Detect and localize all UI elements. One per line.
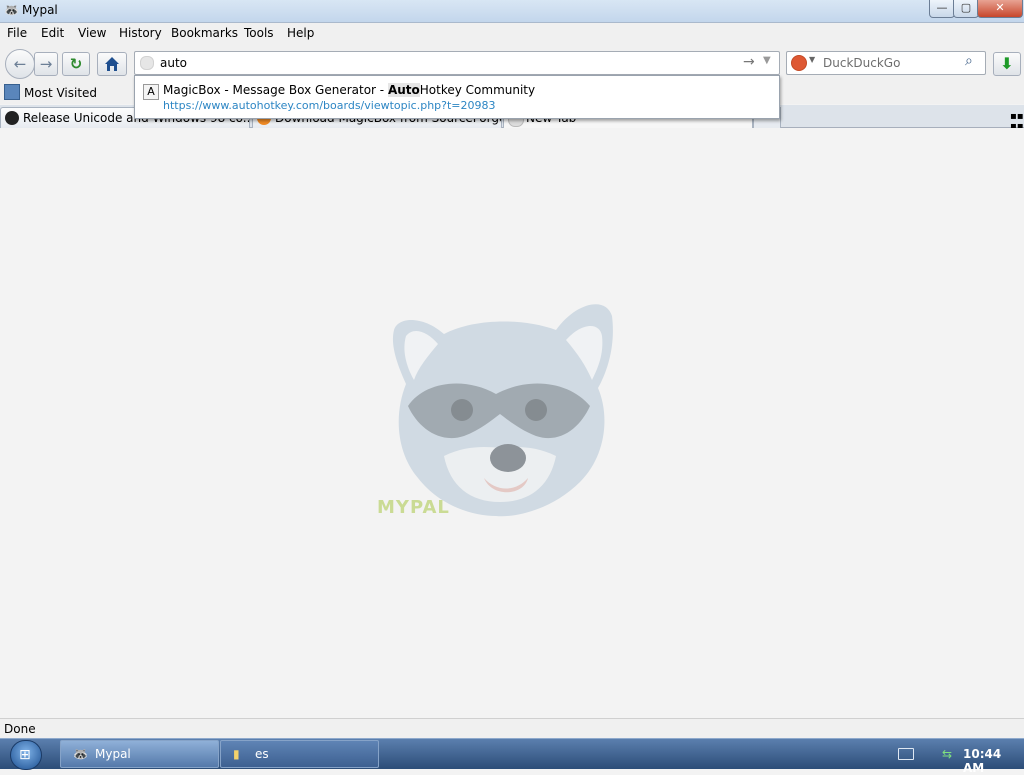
taskbar-item-mypal[interactable]: 🦝 Mypal [60, 740, 219, 768]
list-all-tabs-icon[interactable]: ▪▪ ▪▪ [1010, 112, 1024, 132]
minimize-button[interactable]: — [929, 0, 955, 18]
autocomplete-popup[interactable]: A MagicBox - Message Box Generator - Aut… [134, 75, 780, 119]
menu-help[interactable]: Help [287, 26, 314, 40]
menu-bookmarks[interactable]: Bookmarks [171, 26, 238, 40]
back-button[interactable]: ← [5, 49, 35, 79]
window-title: Mypal [22, 3, 58, 17]
raccoon-app-icon: 🦝 [4, 3, 19, 17]
mypal-wordmark: MYPAL [377, 497, 450, 518]
reload-button[interactable]: ↻ [62, 52, 90, 76]
autocomplete-title[interactable]: MagicBox - Message Box Generator - AutoH… [163, 83, 535, 97]
home-icon [105, 57, 119, 71]
menu-bar: File Edit View History Bookmarks Tools H… [0, 23, 1024, 44]
forward-arrow-icon: → [39, 55, 53, 73]
raccoon-app-icon: 🦝 [73, 747, 88, 761]
menu-file[interactable]: File [7, 26, 27, 40]
reload-icon: ↻ [69, 55, 83, 73]
home-button[interactable] [97, 52, 127, 76]
raccoon-logo [392, 304, 613, 517]
keyboard-icon[interactable] [898, 748, 914, 760]
start-button[interactable]: ⊞ [10, 740, 42, 770]
menu-tools[interactable]: Tools [244, 26, 274, 40]
forward-button[interactable]: → [34, 52, 58, 76]
page-content: MYPAL [0, 128, 1024, 717]
folder-icon: ▮ [233, 747, 240, 761]
title-bar: 🦝 Mypal — ▢ ✕ [0, 0, 1024, 23]
network-icon[interactable]: ⇆ [942, 747, 956, 761]
menu-history[interactable]: History [119, 26, 162, 40]
system-clock[interactable]: 10:44 AM [963, 747, 1024, 775]
menu-view[interactable]: View [78, 26, 106, 40]
status-bar: Done [0, 718, 1024, 738]
most-visited-bookmark[interactable]: Most Visited [24, 86, 97, 100]
duckduckgo-icon[interactable] [791, 55, 807, 71]
maximize-button[interactable]: ▢ [953, 0, 979, 18]
autocomplete-match: Auto [387, 83, 420, 97]
site-favicon-icon: A [143, 84, 159, 100]
most-visited-icon [4, 84, 20, 100]
close-button[interactable]: ✕ [977, 0, 1023, 18]
search-bar[interactable]: ▼ ⌕ [786, 51, 986, 75]
autocomplete-title-after: Hotkey Community [419, 83, 536, 97]
search-engine-dropdown-icon[interactable]: ▼ [809, 55, 815, 64]
autocomplete-title-before: MagicBox - Message Box Generator - [163, 83, 388, 97]
download-arrow-icon: ⬇ [1000, 54, 1014, 73]
taskbar-item-label: Mypal [95, 747, 131, 761]
windows-logo-icon: ⊞ [19, 747, 31, 763]
url-bar[interactable]: → ▼ [134, 51, 780, 75]
taskbar-item-es[interactable]: ▮ es [220, 740, 379, 768]
go-arrow-icon[interactable]: → [743, 54, 755, 70]
search-input[interactable] [823, 54, 963, 71]
taskbar: ⊞ 🦝 Mypal ▮ es ⇆ 10:44 AM [0, 738, 1024, 775]
search-magnifier-icon[interactable]: ⌕ [965, 53, 973, 69]
url-input[interactable] [160, 54, 740, 71]
page-favicon-icon [140, 56, 154, 70]
url-dropdown-icon[interactable]: ▼ [763, 55, 771, 66]
back-arrow-icon: ← [13, 55, 27, 73]
taskbar-item-label: es [255, 747, 269, 761]
downloads-button[interactable]: ⬇ [993, 52, 1021, 76]
status-text: Done [4, 722, 36, 736]
autocomplete-url[interactable]: https://www.autohotkey.com/boards/viewto… [163, 99, 496, 112]
menu-edit[interactable]: Edit [41, 26, 64, 40]
github-icon [5, 111, 19, 125]
